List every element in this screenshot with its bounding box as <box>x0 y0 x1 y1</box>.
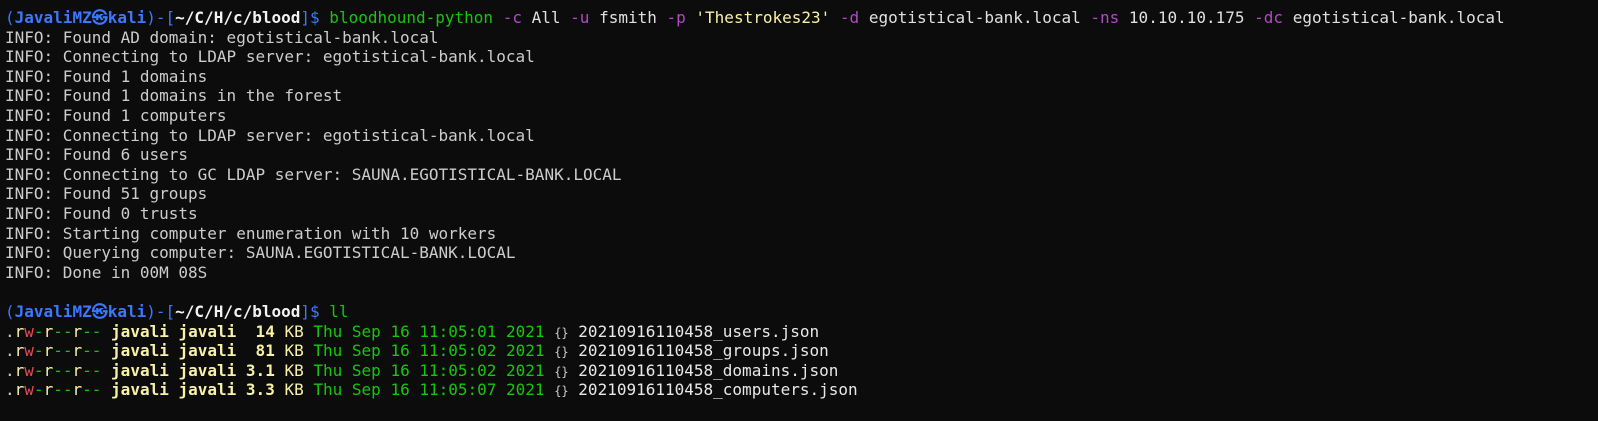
output-line: INFO: Starting computer enumeration with… <box>5 223 497 243</box>
output-line: INFO: Found 1 computers <box>5 105 227 125</box>
json-file-icon: {} <box>554 384 569 399</box>
file-permissions: .rw-r--r-- <box>5 341 102 361</box>
json-file-icon: {} <box>554 325 569 340</box>
file-group: javali <box>178 341 237 361</box>
command-argument: 'Thestrokes23' <box>695 8 831 27</box>
file-size: 14 <box>245 321 275 341</box>
command-argument: 10.10.10.175 <box>1128 8 1245 27</box>
command-argument: egotistical-bank.local <box>868 8 1081 27</box>
output-line: INFO: Done in 00M 08S <box>5 262 208 282</box>
output-line: INFO: Found 1 domains in the forest <box>5 86 343 106</box>
output-line: INFO: Connecting to GC LDAP server: SAUN… <box>5 164 622 184</box>
file-size-unit: KB <box>284 380 304 400</box>
command-flag: -p <box>666 8 686 27</box>
file-row: .rw-r--r-- javali javali 3.3 KB Thu Sep … <box>5 380 1598 400</box>
command-argument: egotistical-bank.local <box>1292 8 1505 27</box>
file-name[interactable]: 20210916110458_users.json <box>578 322 819 341</box>
terminal-window[interactable]: (JavaliMZ㉿kali)-[~/C/H/c/blood]$ bloodho… <box>0 0 1598 400</box>
file-group: javali <box>178 321 237 341</box>
file-owner: javali <box>111 341 169 361</box>
command-program: bloodhound-python <box>329 8 494 27</box>
file-name[interactable]: 20210916110458_groups.json <box>578 341 828 360</box>
file-owner: javali <box>111 321 169 341</box>
file-date: Thu Sep 16 11:05:07 2021 <box>313 380 545 400</box>
file-size: 3.1 <box>245 360 275 380</box>
file-owner: javali <box>111 360 169 380</box>
prompt-line: (JavaliMZ㉿kali)-[~/C/H/c/blood]$ ll <box>5 301 349 321</box>
output-line: INFO: Connecting to LDAP server: egotist… <box>5 47 535 67</box>
prompt-user: JavaliMZ <box>14 8 92 27</box>
command-argument: All <box>531 8 561 27</box>
output-line: INFO: Connecting to LDAP server: egotist… <box>5 125 535 145</box>
file-date: Thu Sep 16 11:05:02 2021 <box>313 341 545 361</box>
prompt-skull-icon: ㉿ <box>91 8 108 27</box>
file-permissions: .rw-r--r-- <box>5 321 102 341</box>
prompt-user: JavaliMZ <box>14 301 92 321</box>
command-flag: -dc <box>1254 8 1284 27</box>
output-line: INFO: Found 51 groups <box>5 184 208 204</box>
prompt-cwd: ~/C/H/c/blood <box>175 8 301 27</box>
output-line: INFO: Found 6 users <box>5 145 189 165</box>
file-size-unit: KB <box>284 360 304 380</box>
command-flag: -c <box>502 8 522 27</box>
prompt-line: (JavaliMZ㉿kali)-[~/C/H/c/blood]$ bloodho… <box>5 8 1505 27</box>
file-permissions: .rw-r--r-- <box>5 380 102 400</box>
command-flag: -ns <box>1090 8 1120 27</box>
file-row: .rw-r--r-- javali javali 14 KB Thu Sep 1… <box>5 322 1598 342</box>
file-group: javali <box>178 360 237 380</box>
file-owner: javali <box>111 380 169 400</box>
file-name[interactable]: 20210916110458_computers.json <box>578 380 857 399</box>
output-line: INFO: Found 1 domains <box>5 66 208 86</box>
prompt-host: kali <box>107 301 147 321</box>
output-line: INFO: Found 0 trusts <box>5 203 198 223</box>
command-program: ll <box>329 301 349 321</box>
file-date: Thu Sep 16 11:05:01 2021 <box>313 321 545 341</box>
file-size-unit: KB <box>284 321 304 341</box>
json-file-icon: {} <box>554 345 569 360</box>
command-argument: fsmith <box>599 8 657 27</box>
file-size: 81 <box>245 341 275 361</box>
command-flag: -u <box>570 8 590 27</box>
file-permissions: .rw-r--r-- <box>5 360 102 380</box>
file-name[interactable]: 20210916110458_domains.json <box>578 361 838 380</box>
file-group: javali <box>178 380 237 400</box>
json-file-icon: {} <box>554 364 569 379</box>
file-date: Thu Sep 16 11:05:02 2021 <box>313 360 545 380</box>
output-line: INFO: Found AD domain: egotistical-bank.… <box>5 27 439 47</box>
file-row: .rw-r--r-- javali javali 81 KB Thu Sep 1… <box>5 341 1598 361</box>
command-flag: -d <box>839 8 860 27</box>
file-row: .rw-r--r-- javali javali 3.1 KB Thu Sep … <box>5 361 1598 381</box>
prompt-skull-icon: ㉿ <box>91 301 108 321</box>
output-line: INFO: Querying computer: SAUNA.EGOTISTIC… <box>5 243 516 263</box>
file-size-unit: KB <box>284 341 304 361</box>
prompt-host: kali <box>107 8 147 27</box>
prompt-cwd: ~/C/H/c/blood <box>175 301 301 321</box>
file-size: 3.3 <box>245 380 275 400</box>
